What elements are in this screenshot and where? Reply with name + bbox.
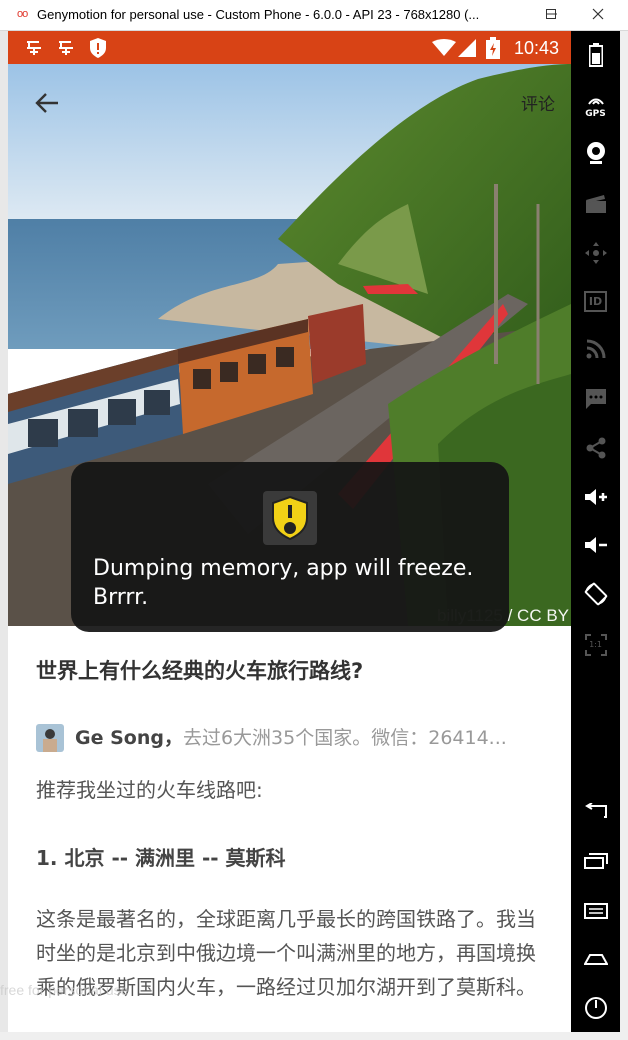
menu-button[interactable] (571, 891, 620, 931)
watermark: free for personal use (0, 982, 129, 998)
comment-button[interactable]: 评论 (521, 90, 555, 115)
question-title[interactable]: 世界上有什么经典的火车旅行路线? (36, 655, 363, 685)
battery-icon (588, 43, 603, 67)
zhihu-icon (27, 41, 41, 55)
webcam-button[interactable] (571, 133, 620, 173)
status-time: 10:43 (513, 38, 559, 58)
id-button[interactable]: ID (571, 281, 620, 321)
share-icon (586, 437, 605, 459)
rotate-button[interactable] (571, 574, 620, 614)
emulator-sidebar: GPS ID 1:1 (571, 31, 620, 1032)
clapper-icon (585, 195, 606, 213)
shield-warning-icon (272, 495, 308, 541)
battery-button[interactable] (571, 35, 620, 75)
move-button[interactable] (571, 233, 620, 273)
volume-down-button[interactable] (571, 525, 620, 565)
maximize-button[interactable] (531, 0, 571, 30)
battery-icon (486, 37, 500, 59)
window-right-edge (620, 31, 628, 1040)
author-name: Ge Song， (75, 727, 183, 749)
author-bio: 去过6大洲35个国家。微信：26414... (182, 727, 507, 749)
scale-label: 1:1 (589, 640, 602, 649)
sms-icon (585, 389, 606, 409)
avatar[interactable] (36, 724, 64, 752)
gps-button[interactable]: GPS (571, 84, 620, 124)
answer-body: 这条是最著名的，全球距离几乎最长的跨国铁路了。我当时坐的是北京到中俄边境一个叫满… (36, 907, 536, 999)
answer-intro: 推荐我坐过的火车线路吧: (36, 778, 263, 802)
toast-app-icon (263, 491, 317, 545)
author-line[interactable]: Ge Song，去过6大洲35个国家。微信：26414... (75, 723, 545, 750)
window-title: Genymotion for personal use - Custom Pho… (37, 7, 480, 22)
recent-apps-button[interactable] (571, 841, 620, 881)
shield-icon (90, 38, 106, 58)
window-titlebar: oo Genymotion for personal use - Custom … (0, 0, 628, 31)
volume-up-button[interactable] (571, 477, 620, 517)
window-bottom-edge (0, 1032, 628, 1040)
back-button[interactable] (32, 88, 62, 118)
home-icon (583, 954, 608, 965)
share-button[interactable] (571, 428, 620, 468)
zhihu-icon (59, 41, 73, 55)
genymotion-logo-icon: oo (17, 8, 28, 20)
article-content: 世界上有什么经典的火车旅行路线? Ge Song，去过6大洲35个国家。微信：2… (8, 627, 571, 1032)
volume-down-icon (584, 537, 607, 553)
window-left-edge (0, 31, 8, 1032)
power-button[interactable] (571, 988, 620, 1028)
maximize-icon (546, 9, 556, 19)
sms-button[interactable] (571, 379, 620, 419)
rss-icon (586, 339, 605, 359)
webcam-icon (586, 142, 605, 164)
close-icon (592, 8, 604, 20)
power-icon (584, 997, 607, 1019)
id-icon: ID (583, 290, 608, 312)
gps-label: GPS (585, 108, 606, 119)
credit-license: / CC BY (502, 606, 569, 625)
toast-message: Dumping memory, app will freeze. Brrrr. (71, 462, 509, 632)
back-icon (584, 803, 607, 818)
wifi-icon (432, 39, 456, 56)
clapper-button[interactable] (571, 184, 620, 224)
rotate-icon (584, 582, 607, 606)
signal-icon (458, 39, 476, 57)
menu-icon (583, 903, 608, 919)
close-window-button[interactable] (578, 0, 618, 30)
scale-button[interactable]: 1:1 (571, 625, 620, 665)
phone-screen: 10:43 评论 / CC BY 世界上有什么经典的火车旅行路线? Ge Son… (8, 31, 571, 1032)
rss-button[interactable] (571, 329, 620, 369)
toast-text: Dumping memory, app will freeze. Brrrr. (93, 556, 474, 610)
avatar-image (36, 724, 64, 752)
answer-heading: 1. 北京 -- 满洲里 -- 莫斯科 (36, 846, 286, 870)
recent-apps-icon (583, 853, 608, 869)
status-bar: 10:43 (8, 31, 571, 64)
arrow-back-icon (35, 93, 58, 113)
gps-icon (587, 98, 604, 105)
scale-icon: 1:1 (584, 634, 607, 656)
home-button[interactable] (571, 939, 620, 979)
volume-up-icon (584, 489, 607, 505)
move-icon (584, 242, 607, 264)
android-back-button[interactable] (571, 791, 620, 831)
